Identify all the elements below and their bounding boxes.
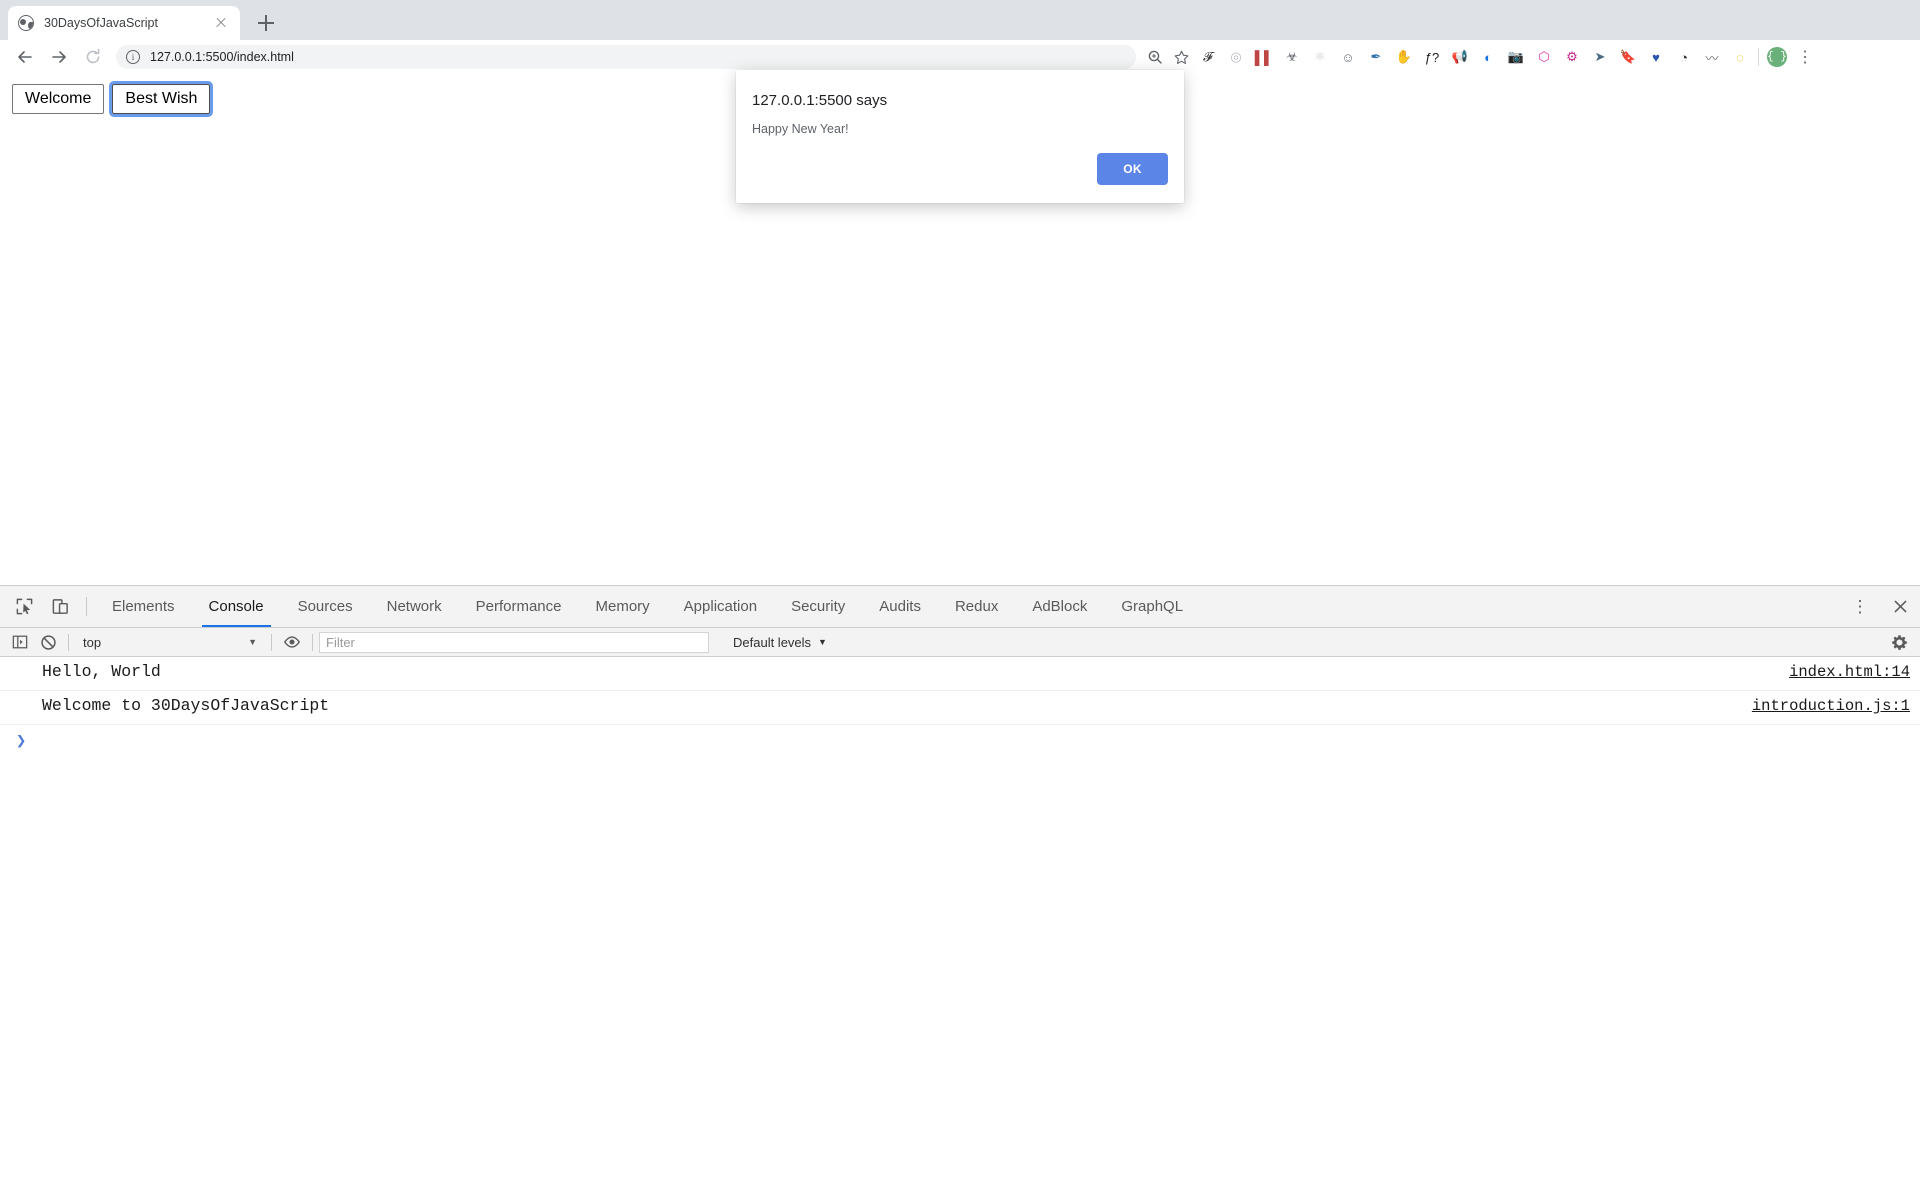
arrow-flag-icon[interactable]: ➤ <box>1586 43 1614 71</box>
zoom-search-icon[interactable] <box>1146 48 1164 66</box>
react-icon[interactable]: ⚛ <box>1306 43 1334 71</box>
devtools-tab-adblock[interactable]: AdBlock <box>1015 586 1104 627</box>
console-message-text: Hello, World <box>0 662 161 681</box>
profile-avatar[interactable]: { } <box>1763 43 1791 71</box>
camera-icon[interactable]: 📷 <box>1502 43 1530 71</box>
wave-circle-icon[interactable]: 〰 <box>1698 43 1726 71</box>
globe-icon <box>18 15 34 31</box>
close-icon[interactable] <box>212 14 230 32</box>
clock-smile-icon[interactable]: ☺ <box>1334 43 1362 71</box>
console-source-link[interactable]: index.html:14 <box>1789 663 1910 681</box>
console-sidebar-icon[interactable] <box>6 629 34 655</box>
best-wish-button[interactable]: Best Wish <box>112 84 210 114</box>
javascript-alert-dialog: 127.0.0.1:5500 says Happy New Year! OK <box>736 70 1184 203</box>
bookmark-red-icon[interactable]: 🔖 <box>1614 43 1642 71</box>
devtools-tab-sources[interactable]: Sources <box>281 586 370 627</box>
devtools-tab-audits[interactable]: Audits <box>862 586 938 627</box>
devtools-tab-memory[interactable]: Memory <box>579 586 667 627</box>
bug-icon[interactable]: ☣ <box>1278 43 1306 71</box>
devtools-tab-console[interactable]: Console <box>192 586 281 627</box>
welcome-button[interactable]: Welcome <box>12 84 104 114</box>
console-toolbar: top ▼ Default levels ▼ <box>0 628 1920 657</box>
reload-button[interactable] <box>79 43 107 71</box>
console-message-row: Hello, World index.html:14 <box>0 657 1920 691</box>
stop-hand-icon[interactable]: ✋ <box>1390 43 1418 71</box>
clear-console-icon[interactable] <box>34 629 62 655</box>
devtools-tab-network[interactable]: Network <box>370 586 459 627</box>
browser-chrome: 30DaysOfJavaScript i 127.0.0.1:5500/inde… <box>0 0 1920 74</box>
toolbar-divider-2 <box>271 634 272 651</box>
devtools-panel: ElementsConsoleSourcesNetworkPerformance… <box>0 585 1920 1196</box>
devtools-tab-bar: ElementsConsoleSourcesNetworkPerformance… <box>0 586 1920 628</box>
devtools-tab-application[interactable]: Application <box>667 586 774 627</box>
fontface-ninja-icon[interactable]: 𝓕 <box>1194 43 1222 71</box>
graphql-icon[interactable]: ⬡ <box>1530 43 1558 71</box>
devtools-tab-security[interactable]: Security <box>774 586 862 627</box>
live-expression-eye-icon[interactable] <box>278 629 306 655</box>
execution-context-select[interactable]: top ▼ <box>75 629 265 655</box>
console-message-row: Welcome to 30DaysOfJavaScript introductio… <box>0 691 1920 725</box>
tab-strip: 30DaysOfJavaScript <box>0 0 1920 40</box>
opera-blue-icon[interactable]: ◐ <box>1474 43 1502 71</box>
console-filter-input[interactable] <box>319 632 709 653</box>
tab-title: 30DaysOfJavaScript <box>44 16 212 30</box>
devtools-tab-redux[interactable]: Redux <box>938 586 1015 627</box>
new-tab-button[interactable] <box>252 9 280 37</box>
console-message-list: Hello, World index.html:14 Welcome to 30Da… <box>0 657 1920 725</box>
devtools-tab-graphql[interactable]: GraphQL <box>1104 586 1200 627</box>
moon-gauge-icon[interactable]: ◔ <box>1670 43 1698 71</box>
dialog-title: 127.0.0.1:5500 says <box>752 92 887 109</box>
back-button[interactable] <box>11 43 39 71</box>
f-question-icon[interactable]: ƒ? <box>1418 43 1446 71</box>
console-source-link[interactable]: introduction.js:1 <box>1752 697 1910 715</box>
devtools-divider <box>86 597 87 616</box>
extensions-bar: 𝓕◎▌▌☣⚛☺✒✋ƒ?📢◐📷⬡⚙➤🔖♥◔〰◌ <box>1194 43 1754 71</box>
toolbar-divider-1 <box>68 634 69 651</box>
color-ring-icon[interactable]: ◌ <box>1726 43 1754 71</box>
chevron-down-icon: ▼ <box>248 637 257 647</box>
devtools-tabbar-right: ⋮ <box>1823 586 1920 627</box>
device-toolbar-icon[interactable] <box>42 586 78 627</box>
devtools-tab-performance[interactable]: Performance <box>459 586 579 627</box>
dialog-ok-button[interactable]: OK <box>1097 153 1168 185</box>
log-levels-select[interactable]: Default levels ▼ <box>723 629 837 655</box>
dialog-message: Happy New Year! <box>752 122 849 136</box>
site-info-icon[interactable]: i <box>126 50 140 64</box>
console-message-text: Welcome to 30DaysOfJavaScript <box>0 696 329 715</box>
chrome-menu-icon[interactable]: ⋮ <box>1791 43 1819 71</box>
star-icon[interactable] <box>1172 48 1190 66</box>
devtools-tabs: ElementsConsoleSourcesNetworkPerformance… <box>95 586 1200 627</box>
eyedropper-icon[interactable]: ✒ <box>1362 43 1390 71</box>
inspect-element-icon[interactable] <box>6 586 42 627</box>
log-levels-value: Default levels <box>733 635 811 650</box>
heart-search-icon[interactable]: ♥ <box>1642 43 1670 71</box>
settings-gear-icon[interactable] <box>1878 628 1920 657</box>
devtools-tab-elements[interactable]: Elements <box>95 586 192 627</box>
toolbar-divider <box>1758 48 1759 66</box>
chevron-down-icon: ▼ <box>818 637 827 647</box>
megaphone-icon[interactable]: 📢 <box>1446 43 1474 71</box>
columns-layout-icon[interactable]: ▌▌ <box>1250 43 1278 71</box>
execution-context-value: top <box>83 635 101 650</box>
address-bar[interactable]: i 127.0.0.1:5500/index.html <box>116 45 1136 69</box>
close-devtools-icon[interactable] <box>1880 586 1920 628</box>
browser-toolbar: i 127.0.0.1:5500/index.html 𝓕◎▌▌☣⚛☺✒✋ƒ?📢… <box>0 40 1920 74</box>
prompt-caret-icon: ❯ <box>16 731 26 752</box>
console-output[interactable]: Hello, World index.html:14 Welcome to 30Da… <box>0 657 1920 1196</box>
address-bar-url: 127.0.0.1:5500/index.html <box>150 50 294 64</box>
browser-tab[interactable]: 30DaysOfJavaScript <box>8 6 240 40</box>
atom-orbit-icon[interactable]: ◎ <box>1222 43 1250 71</box>
gear-pink-icon[interactable]: ⚙ <box>1558 43 1586 71</box>
console-prompt[interactable]: ❯ <box>0 725 1920 757</box>
forward-button[interactable] <box>45 43 73 71</box>
toolbar-divider-3 <box>312 634 313 651</box>
more-vertical-icon[interactable]: ⋮ <box>1840 586 1880 628</box>
